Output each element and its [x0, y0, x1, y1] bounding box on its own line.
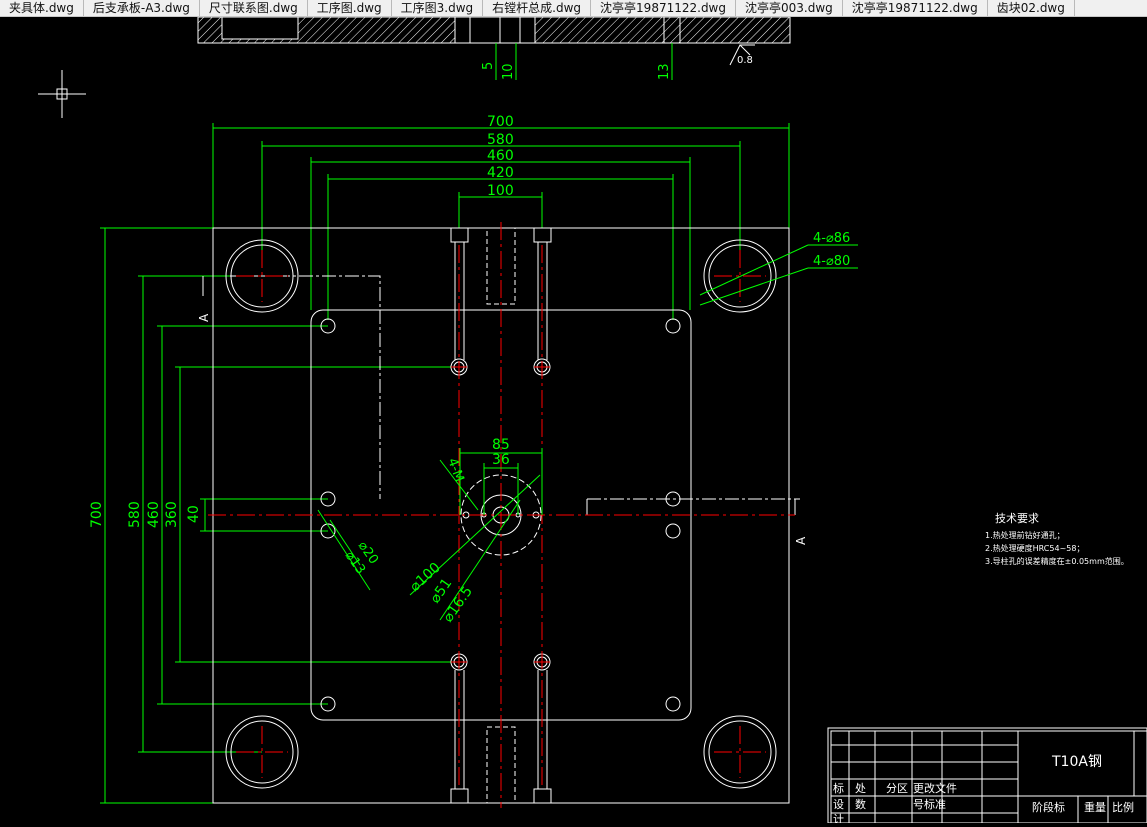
- tb-scale: 比例: [1112, 800, 1134, 814]
- crosshair-cursor-icon: [38, 70, 86, 118]
- tb-row2-standard: 号标准: [913, 797, 946, 811]
- tab-shen-003[interactable]: 沈亭亭003.dwg: [736, 0, 843, 16]
- dim-13: 13: [657, 63, 672, 80]
- dim-height-460: 460: [146, 501, 162, 528]
- tb-bottom-left: 计: [833, 813, 844, 823]
- dim-center-85: 85: [492, 437, 510, 453]
- thread-label: 4-M: [444, 456, 466, 484]
- tech-req-item-1: 1.热处理前钻好通孔；: [985, 530, 1065, 540]
- tab-rear-support-plate[interactable]: 后支承板-A3.dwg: [84, 0, 200, 16]
- dim-height-700: 700: [89, 501, 105, 528]
- tb-row1-qty: 处: [855, 782, 866, 795]
- dim-width-420: 420: [487, 165, 514, 181]
- tab-fixture-body[interactable]: 夹具体.dwg: [0, 0, 84, 16]
- tb-row1-mark: 标: [833, 781, 844, 795]
- tab-process-drawing[interactable]: 工序图.dwg: [308, 0, 392, 16]
- dim-width-460: 460: [487, 148, 514, 164]
- dim-width-580: 580: [487, 132, 514, 148]
- dim-10: 10: [501, 63, 516, 80]
- hole-callout-leaders: [317, 244, 858, 621]
- tb-row1-zone: 分区: [886, 782, 908, 795]
- tb-stage-mark: 阶段标: [1032, 800, 1065, 814]
- tech-req-item-2: 2.热处理硬度HRC54~58；: [985, 543, 1084, 553]
- section-label-left: A: [197, 313, 211, 322]
- tab-shen-19871122-a[interactable]: 沈亭亭19871122.dwg: [591, 0, 736, 16]
- material-label: T10A钢: [1051, 754, 1102, 770]
- dim-height-40: 40: [186, 505, 202, 523]
- callout-4-d80: 4-⌀80: [813, 254, 850, 269]
- dim-width-700: 700: [487, 114, 514, 130]
- drawing-canvas[interactable]: 5 10 13 0.8 700 580 460 420 100 700 580 …: [0, 16, 1147, 826]
- centerlines: [208, 222, 795, 808]
- tab-shen-19871122-b[interactable]: 沈亭亭19871122.dwg: [843, 0, 988, 16]
- section-label-right: A: [794, 536, 808, 545]
- technical-requirements: 技术要求 1.热处理前钻好通孔； 2.热处理硬度HRC54~58； 3.导柱孔的…: [985, 512, 1129, 566]
- tech-req-title: 技术要求: [995, 512, 1039, 525]
- tb-row2-number: 数: [855, 798, 866, 811]
- tab-gear-block-02[interactable]: 齿块02.dwg: [988, 0, 1075, 16]
- dim-height-360: 360: [164, 501, 180, 528]
- dim-height-580: 580: [127, 501, 143, 528]
- dim-5: 5: [481, 62, 496, 70]
- dim-width-100: 100: [487, 183, 514, 199]
- surface-roughness-mark: 0.8: [737, 55, 753, 66]
- tab-dimension-link-drawing[interactable]: 尺寸联系图.dwg: [200, 0, 308, 16]
- tb-weight: 重量: [1084, 800, 1106, 814]
- tab-right-boring-bar[interactable]: 右镗杆总成.dwg: [483, 0, 592, 16]
- tb-row1-change-doc: 更改文件: [913, 781, 957, 795]
- tb-row2-design: 设: [833, 798, 844, 811]
- tech-req-item-3: 3.导柱孔的误差精度在±0.05mm范围。: [985, 556, 1129, 566]
- callout-4-d86: 4-⌀86: [813, 231, 850, 246]
- tab-process-drawing-3[interactable]: 工序图3.dwg: [392, 0, 484, 16]
- dim-center-36: 36: [492, 452, 510, 468]
- file-tab-bar: 夹具体.dwg 后支承板-A3.dwg 尺寸联系图.dwg 工序图.dwg 工序…: [0, 0, 1147, 17]
- top-section-view: 5 10 13 0.8: [197, 16, 791, 80]
